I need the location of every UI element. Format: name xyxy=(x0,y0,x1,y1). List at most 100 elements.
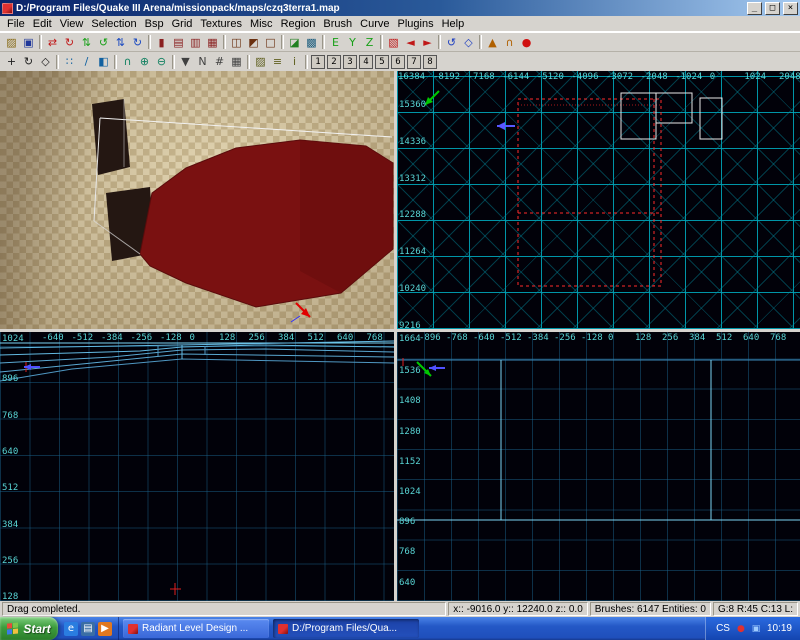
antivirus-icon[interactable]: ● xyxy=(735,623,747,635)
start-button[interactable]: Start xyxy=(0,617,58,640)
entity-inspector-icon[interactable]: i xyxy=(286,54,303,70)
show-names-icon[interactable]: N xyxy=(194,54,211,70)
grid-size-button-3[interactable]: 3 xyxy=(343,55,357,69)
show-entities-icon[interactable]: ▼ xyxy=(177,54,194,70)
console-window-icon[interactable]: ≡ xyxy=(269,54,286,70)
scale-mode-icon[interactable]: ◇ xyxy=(37,54,54,70)
radiant-app-icon xyxy=(278,624,288,634)
toolbar-separator xyxy=(281,35,284,49)
close-button[interactable]: × xyxy=(783,2,798,15)
save-icon[interactable]: ▣ xyxy=(20,34,37,50)
menu-region[interactable]: Region xyxy=(277,18,320,30)
minimize-button[interactable]: _ xyxy=(747,2,762,15)
y-rotate-icon[interactable]: ↺ xyxy=(95,34,112,50)
show-coordinates-icon[interactable]: # xyxy=(211,54,228,70)
toolbar-separator xyxy=(479,35,482,49)
menu-plugins[interactable]: Plugins xyxy=(394,18,438,30)
hollow-icon[interactable]: □ xyxy=(262,34,279,50)
toolbar-separator xyxy=(438,35,441,49)
menu-edit[interactable]: Edit xyxy=(29,18,56,30)
xy-view-render xyxy=(397,71,800,329)
menu-file[interactable]: File xyxy=(3,18,29,30)
xy-top-view[interactable]: 16384-8192-7168-6144-5120-4096-3072-2048… xyxy=(397,71,800,329)
select-faces-icon[interactable]: ◧ xyxy=(95,54,112,70)
z-rotate-icon[interactable]: ↻ xyxy=(129,34,146,50)
open-icon[interactable]: ▨ xyxy=(3,34,20,50)
toolbar-row-2: +↻◇ ∷/◧ ∩⊕⊖ ▼N#▦ ▨≡i12345678 xyxy=(0,51,800,71)
menu-curve[interactable]: Curve xyxy=(356,18,393,30)
select-partial-tall-icon[interactable]: ▥ xyxy=(187,34,204,50)
toolbar-separator xyxy=(247,55,250,69)
window-title: D:/Program Files/Quake III Arena/mission… xyxy=(16,3,744,14)
x-rotate-icon[interactable]: ↻ xyxy=(61,34,78,50)
brush-outline xyxy=(700,98,722,139)
menu-brush[interactable]: Brush xyxy=(319,18,356,30)
xz-side-view[interactable]: -640-512-384-256-1280128256384512640768 … xyxy=(0,332,394,601)
camera-3d-view[interactable] xyxy=(0,71,394,329)
internet-explorer-icon[interactable]: e xyxy=(64,622,78,636)
csg-subtract-icon[interactable]: ◫ xyxy=(228,34,245,50)
z-flip-icon[interactable]: ⇅ xyxy=(112,34,129,50)
clipper-icon[interactable]: ◪ xyxy=(286,34,303,50)
patch-bend-icon[interactable]: ∩ xyxy=(119,54,136,70)
menu-textures[interactable]: Textures xyxy=(196,18,246,30)
menu-view[interactable]: View xyxy=(56,18,88,30)
entities-e-icon[interactable]: E xyxy=(327,34,344,50)
menu-selection[interactable]: Selection xyxy=(87,18,140,30)
show-blocks-icon[interactable]: ▦ xyxy=(228,54,245,70)
cubic-clip-larger-icon[interactable]: ► xyxy=(419,34,436,50)
language-indicator[interactable]: CS xyxy=(716,623,730,634)
grid-size-button-4[interactable]: 4 xyxy=(359,55,373,69)
select-edges-icon[interactable]: / xyxy=(78,54,95,70)
axis-y-icon[interactable]: Y xyxy=(344,34,361,50)
select-complete-tall-icon[interactable]: ▮ xyxy=(153,34,170,50)
status-bar: Drag completed. x:: -9016.0 y:: 12240.0 … xyxy=(0,601,800,617)
texture-window-icon[interactable]: ▨ xyxy=(252,54,269,70)
quick-launch: e▤▶ xyxy=(58,617,119,640)
menu-help[interactable]: Help xyxy=(438,18,469,30)
grid-size-button-7[interactable]: 7 xyxy=(407,55,421,69)
maximize-button[interactable]: □ xyxy=(765,2,780,15)
camera-3d-render xyxy=(0,71,394,329)
start-label: Start xyxy=(23,622,50,636)
free-rotation-icon[interactable]: ↺ xyxy=(443,34,460,50)
translate-mode-icon[interactable]: + xyxy=(3,54,20,70)
grid-size-button-5[interactable]: 5 xyxy=(375,55,389,69)
yz-front-view[interactable]: -896-768-640-512-384-256-128012825638451… xyxy=(397,332,800,601)
taskbar-task-1[interactable]: D:/Program Files/Qua... xyxy=(273,619,419,638)
network-icon[interactable]: ▣ xyxy=(750,623,762,635)
radiant-window: D:/Program Files/Quake III Arena/mission… xyxy=(0,0,800,640)
record-icon[interactable]: ● xyxy=(518,34,535,50)
dont-select-curves-icon[interactable]: ∩ xyxy=(501,34,518,50)
show-desktop-icon[interactable]: ▤ xyxy=(81,622,95,636)
select-vertices-icon[interactable]: ∷ xyxy=(61,54,78,70)
cubic-clip-icon[interactable]: ▧ xyxy=(385,34,402,50)
title-bar: D:/Program Files/Quake III Arena/mission… xyxy=(0,0,800,16)
grid-size-button-2[interactable]: 2 xyxy=(327,55,341,69)
cubic-clip-smaller-icon[interactable]: ◄ xyxy=(402,34,419,50)
grid-size-button-1[interactable]: 1 xyxy=(311,55,325,69)
select-inside-icon[interactable]: ▦ xyxy=(204,34,221,50)
menu-bsp[interactable]: Bsp xyxy=(141,18,168,30)
dont-select-models-icon[interactable]: ▲ xyxy=(484,34,501,50)
patch-delete-icon[interactable]: ⊖ xyxy=(153,54,170,70)
x-flip-icon[interactable]: ⇄ xyxy=(44,34,61,50)
toolbar-separator xyxy=(114,55,117,69)
texture-lock-icon[interactable]: ▩ xyxy=(303,34,320,50)
y-flip-icon[interactable]: ⇅ xyxy=(78,34,95,50)
menu-grid[interactable]: Grid xyxy=(168,18,197,30)
taskbar-task-0[interactable]: Radiant Level Design ... xyxy=(123,619,269,638)
patch-insert-icon[interactable]: ⊕ xyxy=(136,54,153,70)
toolbar-separator xyxy=(172,55,175,69)
grid-size-button-6[interactable]: 6 xyxy=(391,55,405,69)
csg-merge-icon[interactable]: ◩ xyxy=(245,34,262,50)
grid-size-button-8[interactable]: 8 xyxy=(423,55,437,69)
select-touching-icon[interactable]: ▤ xyxy=(170,34,187,50)
axis-z-icon[interactable]: Z xyxy=(361,34,378,50)
free-scale-icon[interactable]: ◇ xyxy=(460,34,477,50)
rotate-mode-icon[interactable]: ↻ xyxy=(20,54,37,70)
selection-rectangle xyxy=(518,99,661,286)
media-player-icon[interactable]: ▶ xyxy=(98,622,112,636)
menu-misc[interactable]: Misc xyxy=(246,18,277,30)
tray-icons: ●▣ xyxy=(735,623,762,635)
